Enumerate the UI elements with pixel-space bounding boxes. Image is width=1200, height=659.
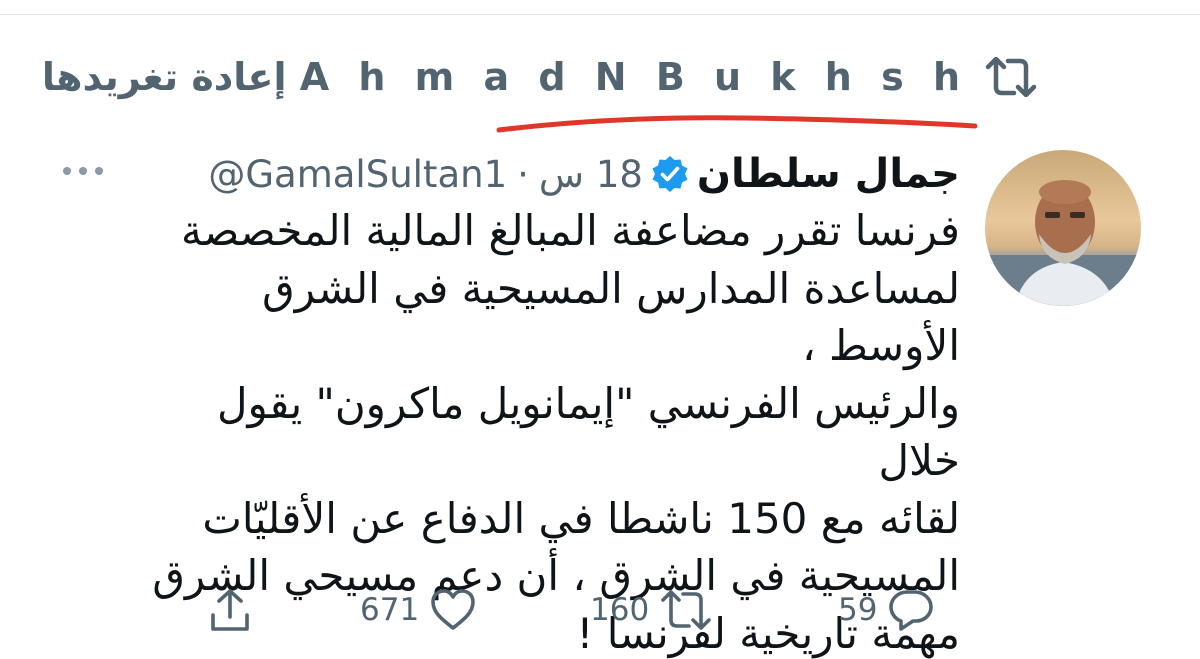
retweet-button[interactable]: 160	[590, 582, 713, 638]
divider	[0, 14, 1200, 15]
tweet-header: جمال سلطان @GamalSultan1 · 18 س	[208, 146, 960, 202]
tweet-text: فرنسا تقرر مضاعفة المبالغ المالية المخصص…	[152, 206, 960, 658]
retweet-context-text[interactable]: A h m a d N B u k h s h إعادة تغريدها	[42, 55, 968, 99]
verified-badge-icon	[651, 155, 689, 193]
retweet-icon	[982, 55, 1040, 99]
like-button[interactable]: 671	[360, 582, 477, 638]
avatar[interactable]	[985, 150, 1141, 306]
reply-icon	[887, 588, 935, 632]
retweet-label: إعادة تغريدها	[41, 55, 287, 99]
retweet-context: A h m a d N B u k h s h إعادة تغريدها	[42, 52, 1040, 102]
tweet-card[interactable]: A h m a d N B u k h s h إعادة تغريدها جم…	[0, 0, 1200, 659]
heart-icon	[429, 588, 477, 632]
share-button[interactable]	[208, 582, 252, 638]
more-icon[interactable]	[62, 163, 104, 179]
timestamp[interactable]: 18 س	[539, 153, 643, 196]
handle[interactable]: @GamalSultan1	[208, 153, 507, 196]
reply-button[interactable]: 59	[838, 582, 935, 638]
reply-count: 59	[838, 592, 878, 628]
display-name[interactable]: جمال سلطان	[697, 151, 960, 197]
retweet-count: 160	[590, 592, 650, 628]
share-icon	[208, 587, 252, 633]
avatar-photo	[985, 150, 1141, 306]
like-count: 671	[360, 592, 420, 628]
handle-time: @GamalSultan1 · 18 س	[208, 153, 643, 196]
separator: ·	[517, 152, 529, 196]
annotation-underline	[496, 115, 978, 133]
retweeter-name[interactable]: A h m a d N B u k h s h	[300, 55, 968, 99]
retweet-icon	[659, 590, 713, 630]
